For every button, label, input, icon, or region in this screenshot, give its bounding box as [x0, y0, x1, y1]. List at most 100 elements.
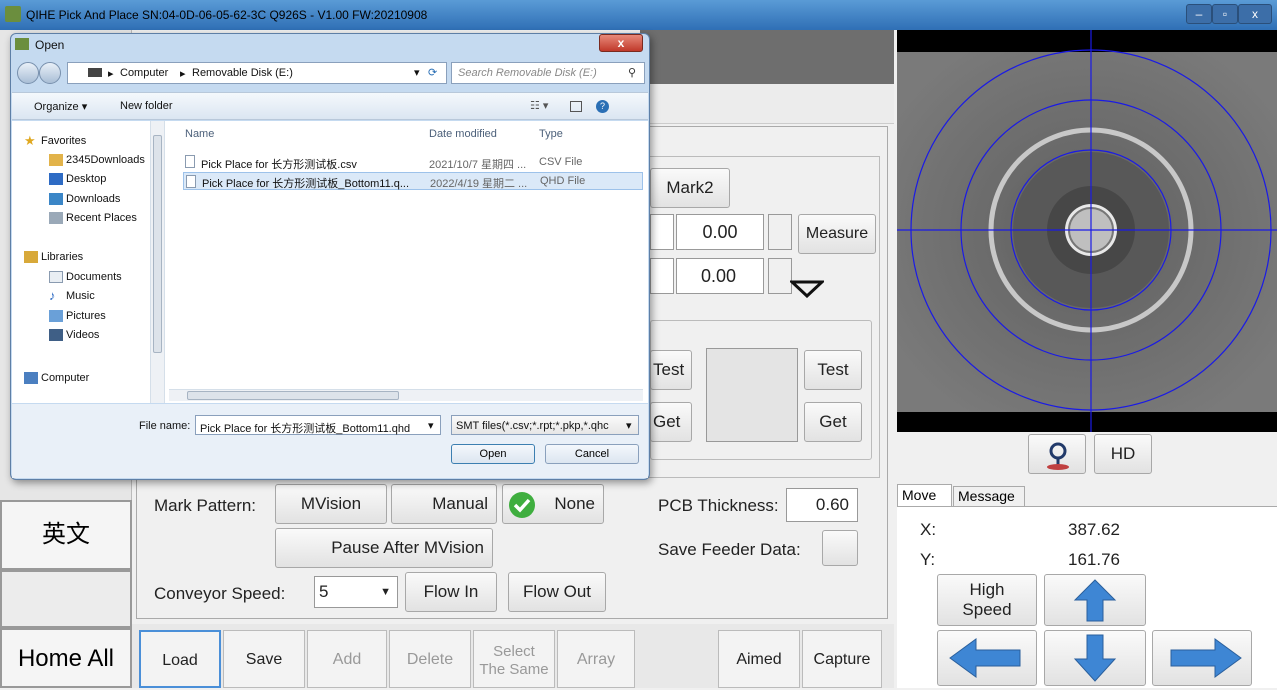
- column-date[interactable]: Date modified: [429, 128, 497, 140]
- organize-button[interactable]: Organize ▾: [34, 100, 87, 113]
- nav-2345downloads[interactable]: 2345Downloads: [49, 154, 145, 166]
- pcb-thickness-input[interactable]: 0.60: [786, 488, 858, 522]
- english-button[interactable]: 英文: [0, 500, 132, 570]
- file-row[interactable]: Pick Place for 长方形测试板.csv 2021/10/7 星期四 …: [183, 153, 643, 171]
- capture-button[interactable]: Capture: [802, 630, 882, 688]
- column-type[interactable]: Type: [539, 128, 563, 140]
- file-row-selected[interactable]: Pick Place for 长方形测试板_Bottom11.q... 2022…: [183, 172, 643, 190]
- array-label: Array: [576, 651, 616, 668]
- nav-scrollbar-thumb[interactable]: [153, 135, 162, 353]
- nav-scrollbar[interactable]: [150, 121, 164, 403]
- cancel-button[interactable]: Cancel: [545, 444, 639, 464]
- top-status-bar: [640, 30, 894, 84]
- pcb-thickness-label: PCB Thickness:: [658, 496, 779, 515]
- sidebar-blank-button[interactable]: [0, 570, 132, 628]
- high-speed-button[interactable]: High Speed: [937, 574, 1037, 626]
- move-up-button[interactable]: [1044, 574, 1146, 626]
- field-left-clipped-2[interactable]: [650, 258, 674, 294]
- nav-libraries-label: Libraries: [41, 251, 84, 263]
- get-button-right[interactable]: Get: [804, 402, 862, 442]
- nav-computer[interactable]: Computer: [24, 372, 90, 384]
- none-button[interactable]: None: [502, 484, 604, 524]
- horizontal-scrollbar[interactable]: [169, 389, 643, 401]
- filetype-select[interactable]: SMT files(*.csv;*.rpt;*.pkp,*.qhc ▾: [451, 415, 639, 435]
- nav-recent[interactable]: Recent Places: [49, 212, 137, 224]
- save-button[interactable]: Save: [223, 630, 305, 688]
- move-left-button[interactable]: [937, 630, 1037, 686]
- pause-after-mvision-label: Pause After MVision: [331, 538, 484, 557]
- forward-button[interactable]: [39, 62, 61, 84]
- nav-downloads[interactable]: Downloads: [49, 193, 121, 205]
- new-folder-button[interactable]: New folder: [120, 100, 173, 112]
- home-all-button[interactable]: Home All: [0, 628, 132, 688]
- path-disk[interactable]: Removable Disk (E:): [192, 67, 293, 79]
- select-same-label-1: Select: [493, 643, 535, 660]
- offset-y-field[interactable]: 0.00: [676, 258, 764, 294]
- delete-button[interactable]: Delete: [389, 630, 471, 688]
- flow-out-button[interactable]: Flow Out: [508, 572, 606, 612]
- filename-dropdown-icon[interactable]: ▾: [428, 419, 434, 432]
- location-button[interactable]: [1028, 434, 1086, 474]
- pause-after-mvision-button[interactable]: Pause After MVision: [275, 528, 493, 568]
- path-computer[interactable]: Computer: [120, 67, 168, 79]
- load-label: Load: [162, 652, 198, 669]
- chevron-down-icon[interactable]: [788, 280, 826, 299]
- mark2-label: Mark2: [666, 178, 714, 197]
- refresh-icon[interactable]: ⟳: [428, 66, 437, 79]
- mark2-button[interactable]: Mark2: [650, 168, 730, 208]
- views-icon[interactable]: ☷ ▾: [530, 99, 548, 112]
- arrow-right-icon: [1170, 638, 1242, 678]
- test-button-left[interactable]: Test: [650, 350, 692, 390]
- field-left-clipped[interactable]: [650, 214, 674, 250]
- add-button[interactable]: Add: [307, 630, 387, 688]
- measure-button[interactable]: Measure: [798, 214, 876, 254]
- dialog-close-button[interactable]: x: [599, 34, 643, 52]
- close-button[interactable]: x: [1238, 4, 1272, 24]
- flow-in-button[interactable]: Flow In: [405, 572, 497, 612]
- open-button[interactable]: Open: [451, 444, 535, 464]
- load-button[interactable]: Load: [139, 630, 221, 688]
- save-feeder-checkbox[interactable]: [822, 530, 858, 566]
- speed-select[interactable]: 5 ▼: [314, 576, 398, 608]
- nav-libraries[interactable]: Libraries: [24, 251, 84, 263]
- aimed-button[interactable]: Aimed: [718, 630, 800, 688]
- nav-computer-label: Computer: [41, 372, 90, 384]
- horizontal-scrollbar-thumb[interactable]: [187, 391, 399, 400]
- move-right-button[interactable]: [1152, 630, 1252, 686]
- nav-music[interactable]: ♪ Music: [49, 288, 95, 303]
- tab-move[interactable]: Move: [897, 484, 952, 506]
- tab-message[interactable]: Message: [953, 486, 1025, 506]
- nav-videos[interactable]: Videos: [49, 329, 99, 341]
- flow-out-label: Flow Out: [522, 582, 592, 601]
- nav-pictures[interactable]: Pictures: [49, 310, 106, 322]
- array-button[interactable]: Array: [557, 630, 635, 688]
- nav-documents-label: Documents: [66, 271, 122, 283]
- preview-pane-icon[interactable]: [570, 101, 582, 112]
- back-button[interactable]: [17, 62, 39, 84]
- speed-value: 5: [319, 582, 329, 601]
- move-down-button[interactable]: [1044, 630, 1146, 686]
- delete-label: Delete: [406, 651, 454, 668]
- measure-label: Measure: [805, 225, 869, 242]
- minimize-button[interactable]: –: [1186, 4, 1212, 24]
- address-dropdown-icon[interactable]: ▾: [414, 66, 420, 79]
- column-name[interactable]: Name: [185, 128, 214, 140]
- hd-button[interactable]: HD: [1094, 434, 1152, 474]
- address-bar[interactable]: ▸ Computer ▸ Removable Disk (E:) ▾ ⟳: [67, 62, 447, 84]
- get-button-left[interactable]: Get: [650, 402, 692, 442]
- mvision-button[interactable]: MVision: [275, 484, 387, 524]
- help-icon[interactable]: ?: [596, 100, 609, 113]
- nav-desktop[interactable]: Desktop: [49, 173, 106, 185]
- camera-view[interactable]: [897, 30, 1277, 432]
- select-same-button[interactable]: Select The Same: [473, 630, 555, 688]
- search-input[interactable]: Search Removable Disk (E:) ⚲: [451, 62, 645, 84]
- nav-documents[interactable]: Documents: [49, 271, 122, 283]
- nav-favorites[interactable]: ★ Favorites: [24, 133, 86, 148]
- offset-x-field[interactable]: 0.00: [676, 214, 764, 250]
- test-button-right[interactable]: Test: [804, 350, 862, 390]
- maximize-button[interactable]: ▫: [1212, 4, 1238, 24]
- filename-input[interactable]: Pick Place for 长方形测试板_Bottom11.qhd ▾: [195, 415, 441, 435]
- documents-icon: [49, 271, 63, 283]
- manual-button[interactable]: Manual: [391, 484, 497, 524]
- nav-downloads-label: Downloads: [66, 193, 121, 205]
